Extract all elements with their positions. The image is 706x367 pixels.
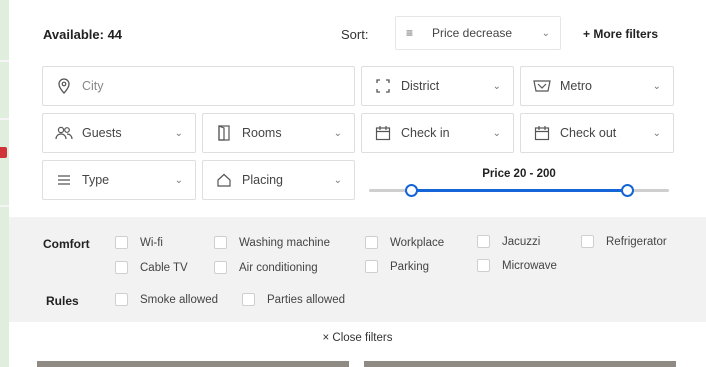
more-filters-button[interactable]: + More filters — [583, 27, 658, 41]
checkbox-air-conditioning[interactable]: Air conditioning — [214, 261, 318, 274]
type-label: Type — [82, 173, 110, 187]
checkbox-box[interactable] — [214, 261, 227, 274]
chevron-down-icon: ⌄ — [541, 27, 550, 39]
price-min-handle[interactable] — [404, 184, 418, 197]
available-number: 44 — [107, 27, 123, 42]
people-icon — [55, 124, 73, 142]
checkbox-label: Microwave — [502, 259, 557, 272]
available-count: Available: 44 — [43, 27, 122, 42]
checkbox-workplace[interactable]: Workplace — [365, 236, 444, 249]
sort-value: Price decrease — [432, 26, 513, 40]
district-label: District — [401, 79, 440, 93]
chevron-down-icon: ⌄ — [333, 127, 342, 139]
map-road — [0, 60, 9, 62]
map-road — [0, 118, 9, 120]
bracket-frame-icon — [374, 77, 392, 95]
comfort-label: Comfort — [43, 237, 90, 251]
checkbox-cable-tv[interactable]: Cable TV — [115, 261, 188, 274]
chevron-down-icon: ⌄ — [333, 174, 342, 186]
map-pin-icon — [55, 77, 73, 95]
placing-label: Placing — [242, 173, 283, 187]
checkbox-label: Air conditioning — [239, 261, 318, 274]
house-icon — [215, 171, 233, 189]
rules-label: Rules — [46, 294, 79, 308]
checkbox-box[interactable] — [365, 236, 378, 249]
checkbox-parties-allowed[interactable]: Parties allowed — [242, 293, 345, 306]
list-lines-icon — [55, 171, 73, 189]
guests-label: Guests — [82, 126, 122, 140]
price-max-handle[interactable] — [620, 184, 634, 197]
checkbox-box[interactable] — [115, 293, 128, 306]
checkbox-box[interactable] — [365, 260, 378, 273]
checkbox-label: Parking — [390, 260, 429, 273]
checkbox-box[interactable] — [581, 235, 594, 248]
metro-select[interactable]: Metro ⌄ — [520, 66, 674, 106]
checkbox-label: Smoke allowed — [140, 293, 218, 306]
close-filters-bar: × Close filters — [9, 322, 706, 360]
checkbox-jacuzzi[interactable]: Jacuzzi — [477, 235, 540, 248]
checkbox-box[interactable] — [477, 235, 490, 248]
checkbox-washing-machine[interactable]: Washing machine — [214, 236, 330, 249]
checkbox-box[interactable] — [477, 259, 490, 272]
chevron-down-icon: ⌄ — [652, 127, 661, 139]
additional-filters: Comfort Wi-fi Washing machine Workplace … — [9, 217, 706, 322]
map-marker-icon[interactable] — [0, 147, 7, 158]
sort-label: Sort: — [341, 27, 369, 42]
city-placeholder: City — [82, 79, 104, 93]
list-lines-icon: ≡ — [406, 26, 414, 40]
rooms-select[interactable]: Rooms ⌄ — [202, 113, 355, 153]
checkbox-smoke-allowed[interactable]: Smoke allowed — [115, 293, 218, 306]
close-filters-button[interactable]: × Close filters — [9, 332, 706, 344]
chevron-down-icon: ⌄ — [652, 80, 661, 92]
metro-label: Metro — [560, 79, 592, 93]
check-out-label: Check out — [560, 126, 617, 140]
checkbox-box[interactable] — [115, 236, 128, 249]
city-input[interactable]: City — [42, 66, 355, 106]
checkbox-label: Wi-fi — [140, 236, 163, 249]
checkbox-wifi[interactable]: Wi-fi — [115, 236, 163, 249]
metro-icon — [533, 77, 551, 95]
filter-panel: Available: 44 Sort: ≡ Price decrease ⌄ +… — [9, 0, 706, 367]
map-preview-strip[interactable] — [0, 0, 9, 367]
placing-select[interactable]: Placing ⌄ — [202, 160, 355, 200]
chevron-down-icon: ⌄ — [492, 80, 501, 92]
guests-select[interactable]: Guests ⌄ — [42, 113, 196, 153]
checkbox-label: Refrigerator — [606, 235, 667, 248]
type-select[interactable]: Type ⌄ — [42, 160, 196, 200]
chevron-down-icon: ⌄ — [174, 174, 183, 186]
calendar-icon — [533, 124, 551, 142]
chevron-down-icon: ⌄ — [492, 127, 501, 139]
checkbox-box[interactable] — [214, 236, 227, 249]
checkbox-label: Workplace — [390, 236, 445, 249]
district-select[interactable]: District ⌄ — [361, 66, 514, 106]
price-slider-fill — [411, 189, 627, 192]
sort-select[interactable]: ≡ Price decrease ⌄ — [395, 16, 561, 50]
door-icon — [215, 124, 233, 142]
checkbox-label: Washing machine — [239, 236, 330, 249]
checkbox-label: Parties allowed — [267, 293, 345, 306]
calendar-icon — [374, 124, 392, 142]
rooms-label: Rooms — [242, 126, 282, 140]
checkbox-parking[interactable]: Parking — [365, 260, 429, 273]
checkbox-box[interactable] — [115, 261, 128, 274]
price-range-label: Price 20 - 200 — [482, 168, 556, 180]
checkbox-label: Jacuzzi — [502, 235, 541, 248]
available-label: Available: — [43, 27, 104, 42]
checkbox-box[interactable] — [242, 293, 255, 306]
checkbox-label: Cable TV — [140, 261, 188, 274]
results-toolbar: Available: 44 Sort: ≡ Price decrease ⌄ +… — [9, 0, 706, 64]
price-range: Price 20 - 200 — [367, 158, 671, 200]
chevron-down-icon: ⌄ — [174, 127, 183, 139]
map-road — [0, 205, 9, 207]
listing-card-preview[interactable] — [364, 361, 676, 367]
check-in-select[interactable]: Check in ⌄ — [361, 113, 514, 153]
check-in-label: Check in — [401, 126, 450, 140]
checkbox-microwave[interactable]: Microwave — [477, 259, 557, 272]
checkbox-refrigerator[interactable]: Refrigerator — [581, 235, 667, 248]
check-out-select[interactable]: Check out ⌄ — [520, 113, 674, 153]
listing-card-preview[interactable] — [37, 361, 349, 367]
